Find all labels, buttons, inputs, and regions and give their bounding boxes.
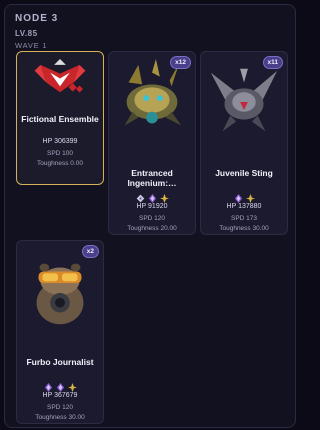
enemy-hp: HP 306399 (42, 138, 78, 145)
wave-panel: NODE 3 LV.85 WAVE 1 Fictional Ensemble H… (4, 4, 296, 428)
enemy-name: Entranced Ingenium:… (127, 168, 177, 188)
enemy-level: LV.85 (15, 29, 38, 38)
enemy-name: Furbo Journalist (26, 357, 94, 367)
enemy-toughness: Toughness 30.00 (35, 414, 85, 421)
enemy-toughness: Toughness 20.00 (127, 225, 177, 232)
enemy-name: Fictional Ensemble (21, 114, 99, 124)
weakness-row (109, 190, 195, 203)
enemy-card-fictional-ensemble[interactable]: Fictional Ensemble HP 306399 SPD 100 Tou… (16, 51, 104, 185)
physical-icon (67, 379, 77, 392)
enemy-toughness: Toughness 30.00 (219, 225, 269, 232)
imaginary-icon (44, 379, 53, 392)
enemy-hp: HP 367679 (42, 392, 78, 399)
imaginary-icon (234, 190, 243, 203)
node-title: NODE 3 (15, 13, 59, 24)
enemy-name: Juvenile Sting (215, 168, 273, 178)
enemy-card-entranced-ingenium[interactable]: x12 Entranced Ingenium:… HP 91920 SPD 12… (108, 51, 196, 235)
weakness-row (17, 379, 103, 392)
enemy-spd: SPD 100 (46, 150, 74, 157)
wave-label: WAVE 1 (15, 41, 48, 50)
enemy-card-furbo-journalist[interactable]: x2 Furbo Journalist HP 367679 SPD 120 To… (16, 240, 104, 424)
weakness-row (201, 190, 287, 203)
enemy-count-badge: x11 (262, 56, 283, 69)
enemy-count-badge: x2 (81, 245, 99, 258)
quantum-icon (136, 190, 145, 203)
enemy-card-juvenile-sting[interactable]: x11 Juvenile Sting HP 137880 SPD 173 Tou… (200, 51, 288, 235)
enemy-spd: SPD 173 (230, 215, 258, 222)
imaginary-icon (148, 190, 157, 203)
enemy-toughness: Toughness 0.00 (37, 160, 83, 167)
enemy-spd: SPD 120 (46, 404, 74, 411)
imaginary-icon (56, 379, 65, 392)
enemy-hp: HP 137880 (226, 203, 262, 210)
physical-icon (245, 190, 255, 203)
physical-icon (159, 190, 169, 203)
fictional-ensemble-emblem-icon (34, 59, 86, 93)
enemy-spd: SPD 120 (138, 215, 166, 222)
enemy-count-badge: x12 (170, 56, 191, 69)
enemy-hp: HP 91920 (136, 203, 168, 210)
